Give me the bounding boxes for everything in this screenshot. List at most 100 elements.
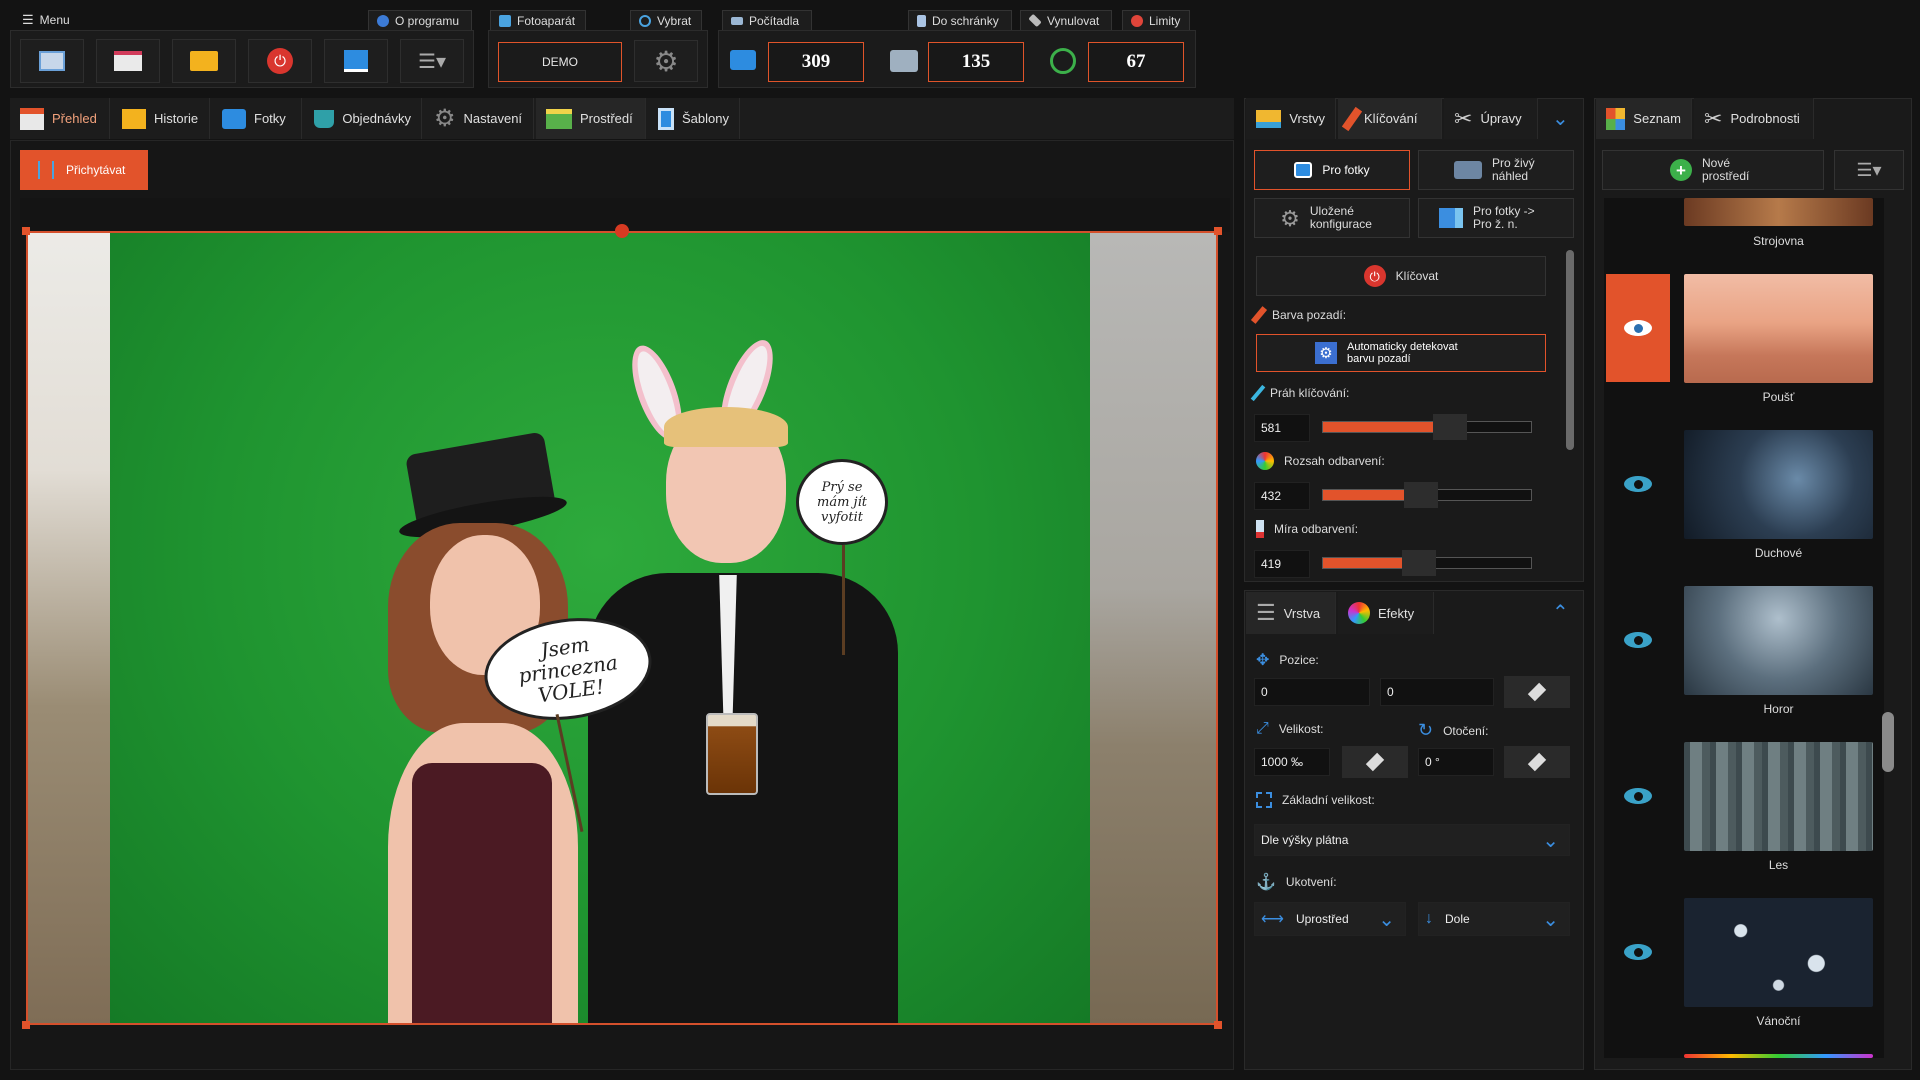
resize-handle-tl[interactable]	[22, 227, 30, 235]
menu-tab[interactable]: ☰ Menu	[14, 10, 78, 30]
decolor-range-knob[interactable]	[1404, 482, 1439, 508]
anchor-vertical-select[interactable]: ↓ Dole ⌄	[1418, 902, 1570, 936]
env-thumb-strojovna[interactable]	[1684, 198, 1873, 226]
threshold-slider[interactable]	[1322, 414, 1532, 440]
threshold-fill	[1323, 422, 1438, 432]
base-size-select[interactable]: Dle výšky plátna ⌄	[1254, 824, 1570, 856]
tab-settings[interactable]: ⚙ Nastavení	[424, 98, 534, 139]
rotate-handle[interactable]	[615, 224, 629, 238]
size-input[interactable]: 1000 ‰	[1254, 748, 1330, 776]
limits-tab[interactable]: Limity	[1122, 10, 1190, 30]
threshold-knob[interactable]	[1433, 414, 1468, 440]
stop-icon	[1131, 14, 1143, 27]
threshold-value[interactable]: 581	[1254, 414, 1310, 442]
tab-overview[interactable]: Přehled	[10, 98, 110, 139]
env-thumb-poust[interactable]	[1684, 274, 1873, 383]
keying-scrollbar[interactable]	[1566, 250, 1574, 450]
tab-photos[interactable]: Fotky	[212, 98, 302, 139]
camera-tab[interactable]: Fotoaparát	[490, 10, 586, 30]
photos-to-live-button[interactable]: Pro fotky -> Pro ž. n.	[1418, 198, 1574, 238]
env-visible-toggle-duchove[interactable]	[1606, 430, 1670, 538]
tab-edits[interactable]: ✂ Úpravy	[1444, 98, 1538, 139]
env-visible-toggle-horor[interactable]	[1606, 586, 1670, 694]
resize-handle-br[interactable]	[1214, 1021, 1222, 1029]
select-tab[interactable]: Vybrat	[630, 10, 702, 30]
env-thumb-horor[interactable]	[1684, 586, 1873, 695]
list-scrollbar[interactable]	[1882, 712, 1894, 772]
position-y-input[interactable]: 0	[1380, 678, 1494, 706]
tab-effects[interactable]: Efekty	[1338, 592, 1434, 634]
tab-templates[interactable]: Šablony	[648, 98, 740, 139]
decolor-amount-fill	[1323, 558, 1407, 568]
decolor-range-slider[interactable]	[1322, 482, 1532, 508]
anchor-horizontal-select[interactable]: ⟷ Uprostřed ⌄	[1254, 902, 1406, 936]
decolor-amount-knob[interactable]	[1402, 550, 1437, 576]
tab-history[interactable]: Historie	[112, 98, 210, 139]
preview-button[interactable]	[20, 39, 84, 83]
clipboard-icon	[917, 14, 926, 27]
reset-rotation-button[interactable]	[1504, 746, 1570, 778]
presentation-button[interactable]	[96, 39, 160, 83]
env-visible-toggle-vanocni[interactable]	[1606, 898, 1670, 1006]
decolor-amount-slider[interactable]	[1322, 550, 1532, 576]
new-environment-button[interactable]: + Nové prostředí	[1602, 150, 1824, 190]
tab-orders[interactable]: Objednávky	[304, 98, 422, 139]
camera-settings-button[interactable]: ⚙	[634, 40, 698, 82]
env-thumb-vanocni[interactable]	[1684, 898, 1873, 1007]
about-tab[interactable]: O programu	[368, 10, 472, 30]
resize-handle-tr[interactable]	[1214, 227, 1222, 235]
tab-list[interactable]: Seznam	[1596, 98, 1692, 139]
env-visible-toggle-les[interactable]	[1606, 742, 1670, 850]
reset-size-button[interactable]	[1342, 746, 1408, 778]
plus-icon: +	[1670, 159, 1692, 181]
env-label: Horor	[1763, 702, 1794, 716]
position-x-input[interactable]: 0	[1254, 678, 1370, 706]
env-thumb-les[interactable]	[1684, 742, 1873, 851]
tab-layers[interactable]: Vrstvy	[1246, 98, 1336, 139]
power-icon: ⏻	[267, 48, 293, 74]
decolor-range-fill	[1323, 490, 1409, 500]
auto-detect-button[interactable]: ⚙ Automaticky detekovat barvu pozadí	[1256, 334, 1546, 372]
tab-keying[interactable]: Klíčování	[1338, 98, 1442, 139]
cart-icon	[314, 109, 335, 128]
keying-toggle-button[interactable]: ⏻ Klíčovat	[1256, 256, 1546, 296]
power-button[interactable]: ⏻	[248, 39, 312, 83]
chevron-down-icon[interactable]: ⌄	[1552, 106, 1569, 131]
camera-icon	[222, 108, 246, 129]
tab-layer[interactable]: ☰ Vrstva	[1246, 592, 1336, 634]
more-menu-button[interactable]: ☰▾	[400, 39, 464, 83]
sign-right: Prý se mám jít vyfotit	[796, 459, 888, 545]
counters-tab[interactable]: Počítadla	[722, 10, 812, 30]
env-thumb-duchove[interactable]	[1684, 430, 1873, 539]
chevron-up-icon[interactable]: ⌃	[1552, 600, 1569, 625]
beer-mug	[706, 713, 758, 795]
saved-configs-button[interactable]: ⚙ Uložené konfigurace	[1254, 198, 1410, 238]
env-visible-toggle-poust[interactable]	[1606, 274, 1670, 382]
env-thumb-next[interactable]	[1684, 1054, 1873, 1058]
history-folder-icon	[122, 108, 146, 129]
camera-small-icon	[499, 14, 511, 27]
minimize-button[interactable]	[324, 39, 388, 83]
reset-tab[interactable]: Vynulovat	[1020, 10, 1112, 30]
eye-icon	[1624, 632, 1652, 648]
power-icon: ⏻	[1363, 265, 1386, 287]
composite-canvas: Jsem princezna VOLE! Prý se mám jít vyfo…	[26, 231, 1218, 1025]
tab-environment[interactable]: Prostředí	[536, 98, 646, 139]
decolor-amount-value[interactable]: 419	[1254, 550, 1310, 578]
clipboard-tab[interactable]: Do schránky	[908, 10, 1012, 30]
tab-details[interactable]: ✂ Podrobnosti	[1694, 98, 1814, 139]
layers-icon	[1256, 109, 1282, 128]
resize-handle-bl[interactable]	[22, 1021, 30, 1029]
reset-position-button[interactable]	[1504, 676, 1570, 708]
person-woman	[358, 431, 608, 1023]
list-menu-icon: ☰▾	[418, 50, 446, 73]
rotation-input[interactable]: 0 °	[1418, 748, 1494, 776]
decolor-range-value[interactable]: 432	[1254, 482, 1310, 510]
snap-button[interactable]: Přichytávat	[20, 150, 148, 190]
info-icon	[377, 14, 389, 27]
for-photos-button[interactable]: Pro fotky	[1254, 150, 1410, 190]
environments-menu-button[interactable]: ☰▾	[1834, 150, 1904, 190]
rotate-icon: ↻	[1418, 720, 1434, 740]
live-preview-button[interactable]: Pro živý náhled	[1418, 150, 1574, 190]
open-folder-button[interactable]	[172, 39, 236, 83]
